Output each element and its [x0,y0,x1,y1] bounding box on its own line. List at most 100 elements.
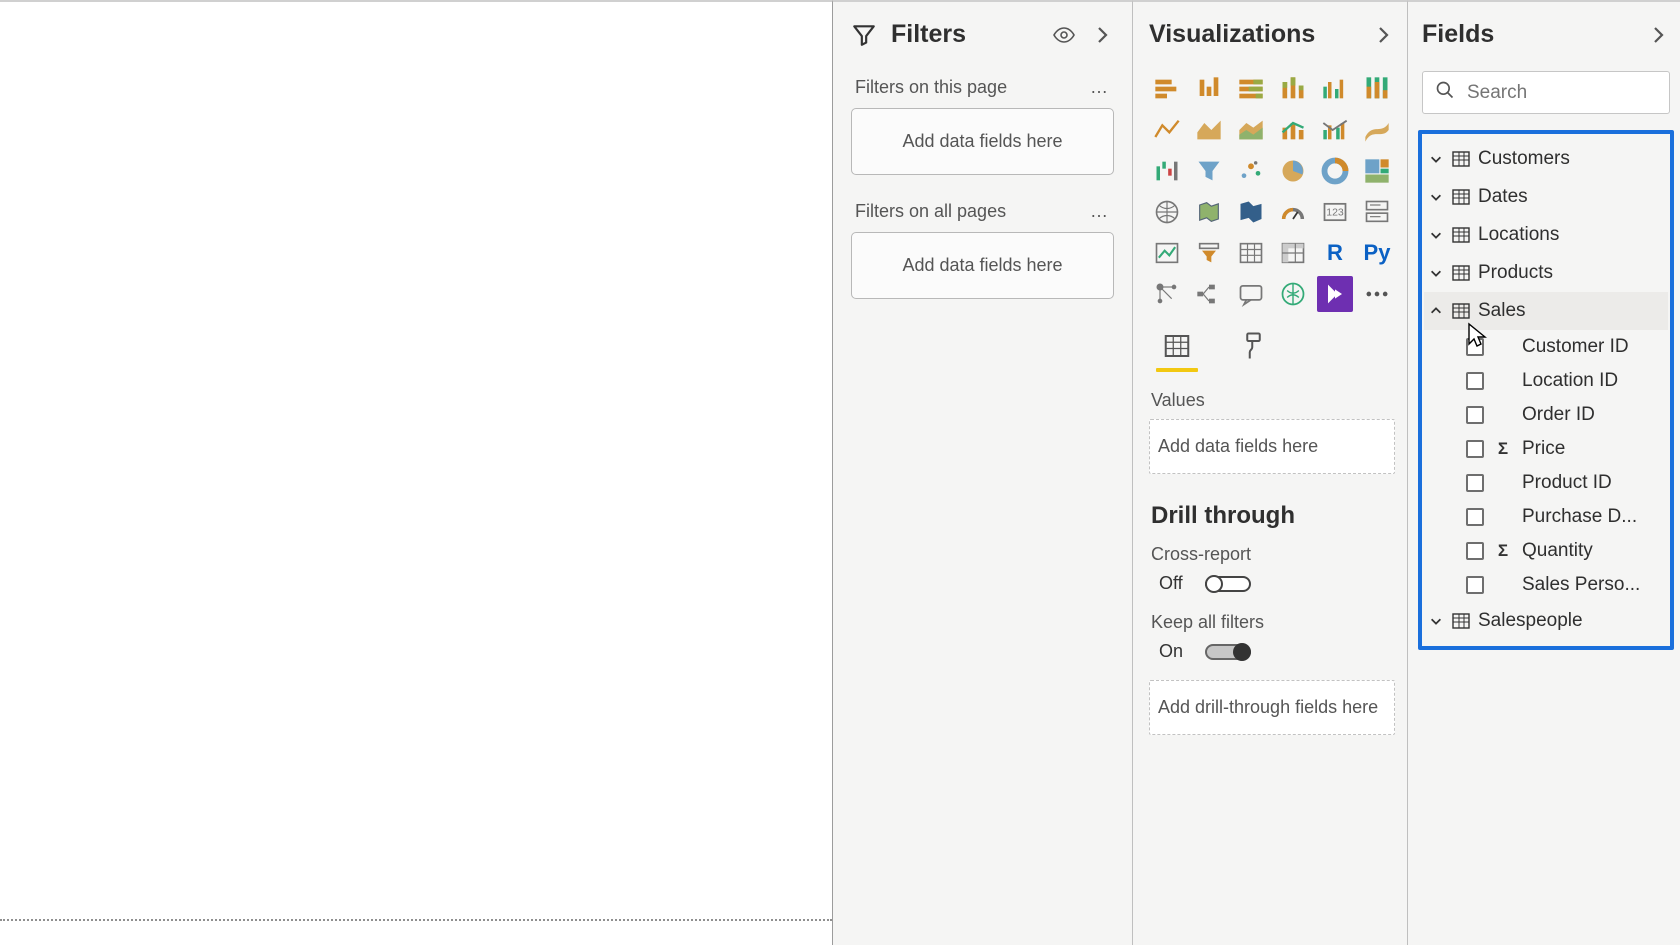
field-row[interactable]: ΣPrice [1424,432,1668,466]
table-icon [1452,150,1470,168]
viz-r-visual[interactable]: R [1317,235,1353,271]
drill-through-dropzone[interactable]: Add drill-through fields here [1149,680,1395,735]
field-checkbox[interactable] [1466,406,1484,424]
field-checkbox[interactable] [1466,508,1484,526]
filters-page-section: Filters on this page … [855,77,1110,98]
viz-pie[interactable] [1275,153,1311,189]
canvas-page-separator [0,919,832,921]
field-row[interactable]: ΣCustomer ID [1424,330,1668,364]
field-checkbox[interactable] [1466,372,1484,390]
viz-matrix[interactable] [1275,235,1311,271]
table-row[interactable]: Sales [1424,292,1668,330]
viz-line-stacked-column[interactable] [1275,112,1311,148]
viz-stacked-bar-100[interactable] [1233,71,1269,107]
table-icon [1452,302,1470,320]
table-row[interactable]: Locations [1424,216,1668,254]
viz-clustered-column[interactable] [1317,71,1353,107]
viz-gauge[interactable] [1275,194,1311,230]
viz-waterfall[interactable] [1149,153,1185,189]
field-checkbox[interactable] [1466,474,1484,492]
report-canvas[interactable] [0,0,833,945]
filters-all-section: Filters on all pages … [855,201,1110,222]
chevron-down-icon [1428,265,1444,281]
viz-slicer[interactable] [1191,235,1227,271]
table-icon [1452,188,1470,206]
viz-decomposition-tree[interactable] [1191,276,1227,312]
viz-card[interactable]: 123 [1317,194,1353,230]
viz-line-clustered-column[interactable] [1317,112,1353,148]
format-tab[interactable] [1231,326,1271,366]
visualizations-pane: Visualizations [1133,0,1408,945]
values-dropzone[interactable]: Add data fields here [1149,419,1395,474]
table-row[interactable]: Products [1424,254,1668,292]
viz-scatter[interactable] [1233,153,1269,189]
viz-line[interactable] [1149,112,1185,148]
table-icon [1452,612,1470,630]
table-row[interactable]: Dates [1424,178,1668,216]
field-row[interactable]: ΣLocation ID [1424,364,1668,398]
fields-tab[interactable] [1157,326,1197,366]
viz-key-influencers[interactable] [1149,276,1185,312]
svg-text:123: 123 [1326,207,1344,219]
field-checkbox[interactable] [1466,338,1484,356]
tab-underline [1156,368,1198,372]
field-checkbox[interactable] [1466,542,1484,560]
viz-donut[interactable] [1317,153,1353,189]
fields-search-input[interactable] [1467,82,1657,104]
filters-title: Filters [891,20,1038,49]
viz-more[interactable] [1359,276,1395,312]
viz-area[interactable] [1191,112,1227,148]
viz-ribbon[interactable] [1359,112,1395,148]
filters-page-more-icon[interactable]: … [1090,77,1110,98]
values-label: Values [1151,390,1395,411]
viz-stacked-column[interactable] [1275,71,1311,107]
field-row[interactable]: ΣQuantity [1424,534,1668,568]
drill-through-title: Drill through [1151,502,1395,530]
viz-python-visual[interactable]: Py [1359,235,1395,271]
chevron-down-icon [1428,189,1444,205]
field-row[interactable]: ΣSales Perso... [1424,568,1668,602]
viz-stacked-bar[interactable] [1149,71,1185,107]
table-row[interactable]: Customers [1424,140,1668,178]
cross-report-toggle[interactable] [1205,576,1251,592]
keep-filters-toggle[interactable] [1205,644,1251,660]
fields-pane: Fields CustomersDatesLocationsProductsSa… [1408,0,1680,945]
collapse-visualizations-icon[interactable] [1371,23,1395,47]
fields-title: Fields [1422,20,1494,49]
field-checkbox[interactable] [1466,576,1484,594]
viz-stacked-column-100[interactable] [1359,71,1395,107]
field-row[interactable]: ΣPurchase D... [1424,500,1668,534]
chevron-down-icon [1428,613,1444,629]
filters-pane: Filters Filters on this page … Add data … [833,0,1133,945]
fields-search[interactable] [1422,71,1670,114]
table-name: Locations [1478,224,1559,246]
viz-clustered-bar[interactable] [1191,71,1227,107]
table-row[interactable]: Salespeople [1424,602,1668,640]
viz-filled-map[interactable] [1191,194,1227,230]
viz-paginated-report[interactable] [1275,276,1311,312]
chevron-down-icon [1428,151,1444,167]
viz-powerapps[interactable] [1317,276,1353,312]
collapse-filters-icon[interactable] [1090,23,1114,47]
filters-all-more-icon[interactable]: … [1090,201,1110,222]
field-row[interactable]: ΣOrder ID [1424,398,1668,432]
viz-treemap[interactable] [1359,153,1395,189]
viz-shape-map[interactable] [1233,194,1269,230]
filters-all-dropzone[interactable]: Add data fields here [851,232,1114,299]
viz-table[interactable] [1233,235,1269,271]
viz-stacked-area[interactable] [1233,112,1269,148]
cross-report-state: Off [1159,573,1195,594]
sigma-icon: Σ [1494,439,1512,459]
filters-page-dropzone[interactable]: Add data fields here [851,108,1114,175]
field-checkbox[interactable] [1466,440,1484,458]
field-row[interactable]: ΣProduct ID [1424,466,1668,500]
cross-report-label: Cross-report [1151,544,1395,565]
viz-funnel[interactable] [1191,153,1227,189]
filter-icon [851,22,877,48]
viz-kpi[interactable] [1149,235,1185,271]
viz-qna[interactable] [1233,276,1269,312]
collapse-fields-icon[interactable] [1646,23,1670,47]
viz-map[interactable] [1149,194,1185,230]
viz-multi-row-card[interactable] [1359,194,1395,230]
toggle-visibility-icon[interactable] [1052,23,1076,47]
